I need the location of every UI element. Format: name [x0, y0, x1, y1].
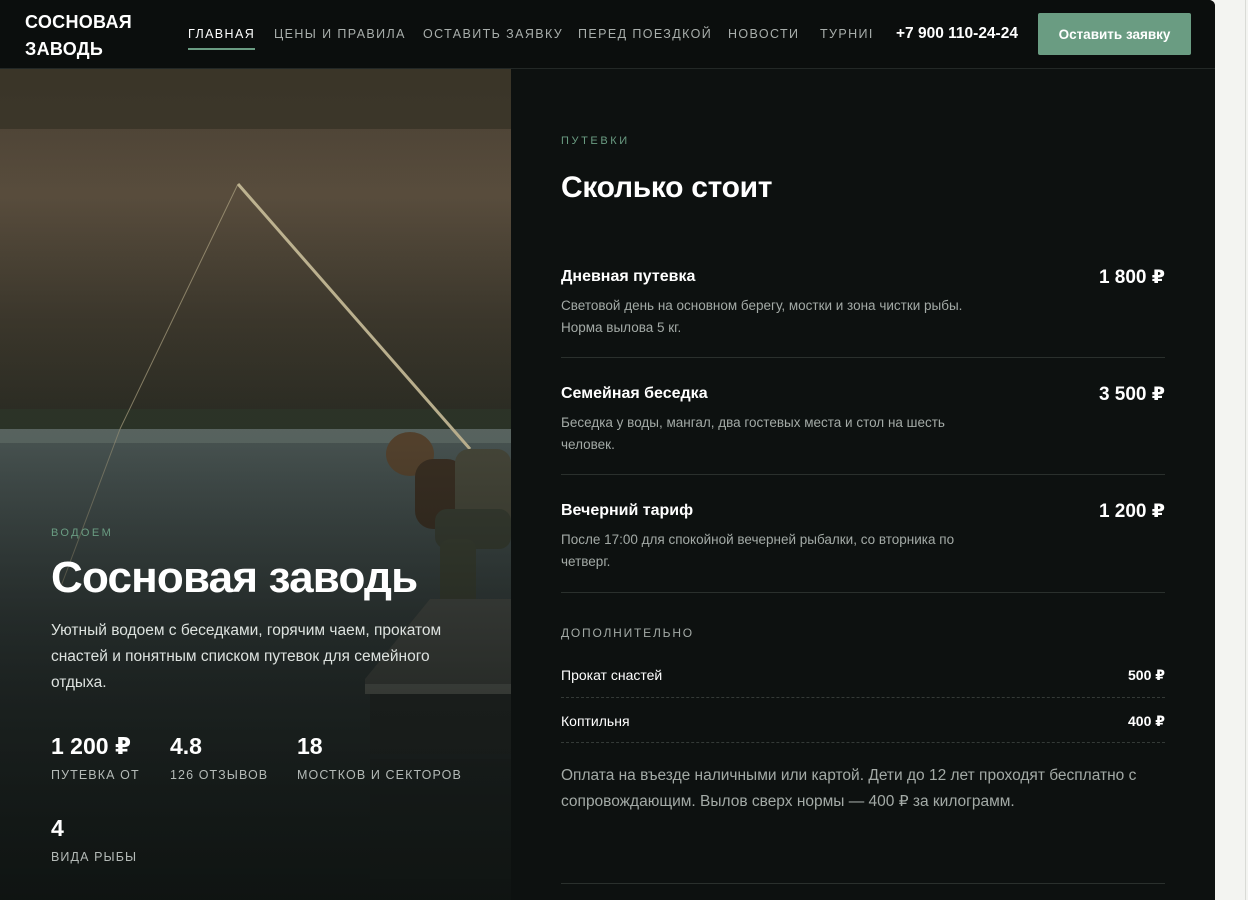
divider — [561, 474, 1165, 475]
pricing-eyebrow: ПУТЕВКИ — [561, 135, 630, 147]
stat-value: 1 200 ₽ — [51, 733, 131, 759]
tariff-price: 3 500 ₽ — [1098, 384, 1165, 405]
stat-label: 126 ОТЗЫВОВ — [170, 768, 269, 782]
tariff-name: Дневная путевка — [561, 268, 696, 285]
request-button[interactable]: Оставить заявку — [1038, 13, 1191, 55]
tariff-price: 1 800 ₽ — [1098, 267, 1165, 288]
site-logo[interactable]: СОСНОВАЯ ЗАВОДЬ — [25, 9, 155, 63]
stat-label: ПУТЕВКА ОТ — [51, 768, 140, 782]
pricing-title: Сколько стоит — [561, 171, 773, 204]
tariff-name: Вечерний тариф — [561, 502, 694, 519]
tariff-family-gazebo: Семейная беседка 3 500 ₽ Беседка у воды,… — [561, 384, 1165, 465]
stat-value: 18 — [297, 733, 323, 759]
stat-label: МОСТКОВ И СЕКТОРОВ — [297, 768, 462, 782]
hero-eyebrow: ВОДОЕМ — [51, 527, 114, 539]
nav-item-prices[interactable]: ЦЕНЫ И ПРАВИЛА — [274, 27, 406, 41]
stat-price-from: 1 200 ₽ ПУТЕВКА ОТ — [51, 733, 140, 782]
extras-title: ДОПОЛНИТЕЛЬНО — [561, 626, 694, 640]
extra-name: Коптильня — [561, 713, 630, 729]
dashed-divider — [561, 697, 1165, 698]
stat-label: ВИДА РЫБЫ — [51, 850, 138, 864]
tariff-description: Беседка у воды, мангал, два гостевых мес… — [561, 415, 945, 452]
nav-item-request[interactable]: ОСТАВИТЬ ЗАЯВКУ — [423, 27, 563, 41]
phone-link[interactable]: +7 900 110-24-24 — [896, 25, 1018, 43]
payment-note: Оплата на въезде наличными или картой. Д… — [561, 767, 1137, 810]
stat-value: 4 — [51, 815, 64, 841]
stat-piers: 18 МОСТКОВ И СЕКТОРОВ — [297, 733, 462, 782]
stat-fish-species: 4 ВИДА РЫБЫ — [51, 815, 137, 864]
dashed-divider — [561, 742, 1165, 743]
tariff-price: 1 200 ₽ — [1098, 501, 1165, 522]
stat-rating: 4.8 126 ОТЗЫВОВ — [170, 733, 268, 782]
nav-item-tournaments[interactable]: ТУРНИI — [820, 27, 874, 41]
tariff-day: Дневная путевка 1 800 ₽ Световой день на… — [561, 267, 1165, 348]
page-frame: СОСНОВАЯ ЗАВОДЬ ГЛАВНАЯ ЦЕНЫ И ПРАВИЛА О… — [0, 0, 1215, 900]
tariff-description: Световой день на основном берегу, мостки… — [561, 298, 963, 335]
tariff-evening: Вечерний тариф 1 200 ₽ После 17:00 для с… — [561, 501, 1165, 582]
page-background — [1215, 0, 1248, 900]
divider — [561, 592, 1165, 593]
pricing-section: ПУТЕВКИ Сколько стоит Дневная путевка 1 … — [511, 69, 1215, 900]
stat-value: 4.8 — [170, 733, 202, 759]
divider — [561, 357, 1165, 358]
extra-price: 400 ₽ — [1128, 713, 1165, 729]
divider — [561, 883, 1165, 884]
hero-title: Сосновая заводь — [51, 553, 418, 602]
tariff-name: Семейная беседка — [561, 385, 708, 402]
hero-section: ВОДОЕМ Сосновая заводь Уютный водоем с б… — [0, 69, 511, 900]
nav-item-home[interactable]: ГЛАВНАЯ — [188, 27, 256, 50]
site-header: СОСНОВАЯ ЗАВОДЬ ГЛАВНАЯ ЦЕНЫ И ПРАВИЛА О… — [0, 0, 1215, 69]
extra-price: 500 ₽ — [1128, 667, 1165, 683]
extra-name: Прокат снастей — [561, 667, 663, 683]
nav-item-before-trip[interactable]: ПЕРЕД ПОЕЗДКОЙ — [578, 27, 712, 41]
nav-item-news[interactable]: НОВОСТИ — [728, 27, 799, 41]
tariff-description: После 17:00 для спокойной вечерней рыбал… — [561, 532, 955, 569]
hero-description: Уютный водоем с беседками, горячим чаем,… — [51, 622, 442, 691]
